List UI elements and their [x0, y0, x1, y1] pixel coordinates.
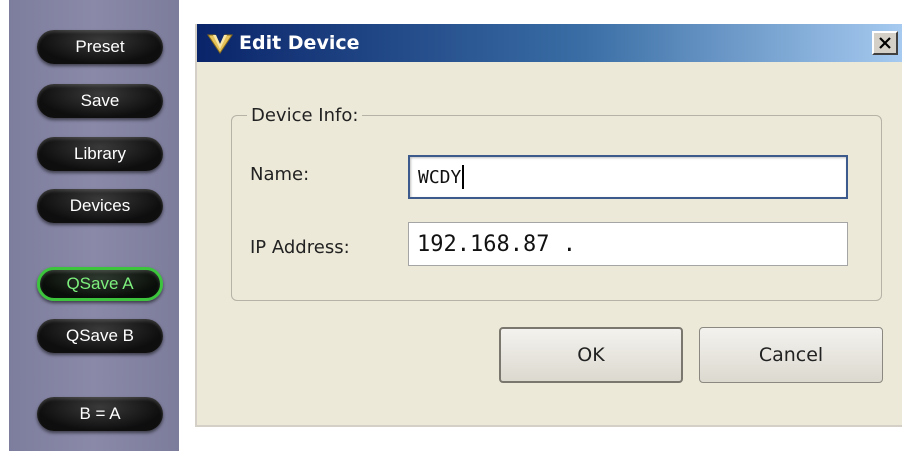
- qsave-a-button-label: QSave A: [66, 274, 134, 293]
- ok-button[interactable]: OK: [499, 327, 683, 383]
- library-button-label: Library: [74, 144, 126, 163]
- preset-button[interactable]: Preset: [37, 30, 163, 64]
- devices-button-label: Devices: [69, 196, 131, 215]
- library-button[interactable]: Library: [37, 137, 163, 171]
- b-equals-a-button[interactable]: B = A: [37, 397, 163, 431]
- edit-device-dialog: Edit Device Device Info: Name: WCDY IP A…: [195, 24, 902, 427]
- double-v-logo-icon: [207, 34, 233, 54]
- ip-address-label: IP Address:: [250, 237, 350, 258]
- cancel-button[interactable]: Cancel: [699, 327, 883, 383]
- save-button-label: Save: [80, 91, 120, 110]
- ip-address-input[interactable]: 192.168.87 .: [408, 222, 848, 266]
- qsave-b-button[interactable]: QSave B: [37, 319, 163, 353]
- name-label: Name:: [250, 164, 310, 185]
- ip-address-input-value: 192.168.87 .: [417, 231, 576, 257]
- close-button[interactable]: [872, 31, 898, 55]
- cancel-button-label: Cancel: [758, 344, 824, 366]
- close-x-icon: [879, 37, 891, 49]
- dialog-titlebar[interactable]: Edit Device: [197, 24, 902, 62]
- text-caret: [462, 165, 465, 189]
- save-button[interactable]: Save: [37, 84, 163, 118]
- b-equals-a-button-label: B = A: [79, 404, 121, 423]
- device-info-legend: Device Info:: [247, 105, 363, 126]
- name-input[interactable]: WCDY: [408, 155, 848, 199]
- devices-button[interactable]: Devices: [37, 189, 163, 223]
- qsave-a-button[interactable]: QSave A: [37, 267, 163, 301]
- ok-button-label: OK: [577, 344, 605, 366]
- device-info-group: [231, 115, 882, 301]
- name-input-value: WCDY: [418, 166, 462, 188]
- dialog-title: Edit Device: [239, 32, 360, 54]
- side-panel: Preset Save Library Devices QSave A QSav…: [9, 0, 179, 451]
- preset-button-label: Preset: [75, 37, 125, 56]
- qsave-b-button-label: QSave B: [65, 326, 135, 345]
